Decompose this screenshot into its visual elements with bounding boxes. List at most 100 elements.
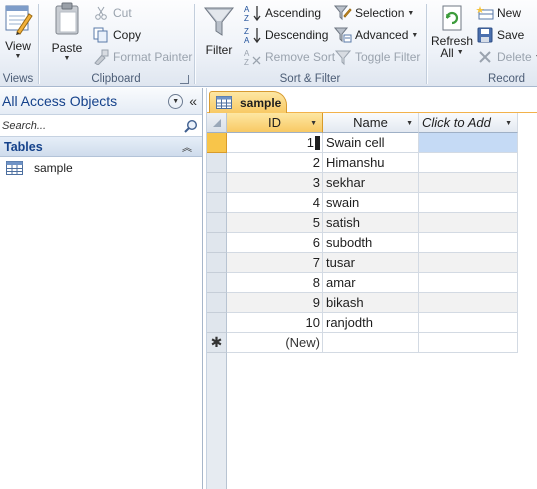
tab-sample[interactable]: sample <box>209 91 287 113</box>
cell-name[interactable]: sekhar <box>323 173 419 193</box>
table-row[interactable]: 1 Swain cell <box>207 133 537 153</box>
cell-name[interactable]: swain <box>323 193 419 213</box>
record-selector[interactable] <box>207 213 227 233</box>
record-selector[interactable] <box>207 153 227 173</box>
cell-add[interactable] <box>419 153 518 173</box>
advanced-dropdown-arrow-icon[interactable]: ▼ <box>411 32 418 39</box>
cell-add[interactable] <box>419 313 518 333</box>
selection-dropdown-arrow-icon[interactable]: ▼ <box>407 10 414 17</box>
record-selector[interactable] <box>207 173 227 193</box>
nav-search-input[interactable] <box>0 115 182 136</box>
column-id-dropdown-arrow-icon[interactable]: ▼ <box>310 120 317 127</box>
record-selector[interactable] <box>207 313 227 333</box>
cell-add[interactable] <box>419 193 518 213</box>
nav-pane-menu-chevron-icon[interactable]: ▼ <box>168 93 184 109</box>
nav-item-sample-table[interactable]: sample <box>0 157 202 179</box>
table-row[interactable]: 6 subodth <box>207 233 537 253</box>
cut-button[interactable]: Cut <box>92 3 132 23</box>
cell-id[interactable]: 9 <box>227 293 323 313</box>
ascending-label: Ascending <box>265 6 322 20</box>
cell-name[interactable]: tusar <box>323 253 419 273</box>
column-header-click-to-add[interactable]: Click to Add ▼ <box>419 113 518 133</box>
save-button[interactable]: Save <box>476 25 524 45</box>
cell-id-value: 1 <box>306 135 314 150</box>
filter-button[interactable]: Filter <box>200 2 238 57</box>
cell-name[interactable]: satish <box>323 213 419 233</box>
toggle-filter-button[interactable]: Toggle Filter <box>334 47 420 67</box>
cell-name[interactable]: subodth <box>323 233 419 253</box>
remove-sort-button[interactable]: AZ Remove Sort <box>244 47 335 67</box>
record-selector[interactable] <box>207 193 227 213</box>
new-record-name-cell[interactable] <box>323 333 419 353</box>
new-record-selector[interactable]: ✱ <box>207 333 227 353</box>
table-row[interactable]: 4 swain <box>207 193 537 213</box>
cell-id[interactable]: 2 <box>227 153 323 173</box>
copy-button[interactable]: Copy <box>92 25 141 45</box>
record-selector[interactable] <box>207 293 227 313</box>
tables-section-header[interactable]: Tables ︽ <box>0 137 202 157</box>
cell-id[interactable]: 8 <box>227 273 323 293</box>
cell-add[interactable] <box>419 133 518 153</box>
view-button[interactable]: View ▼ <box>2 2 34 60</box>
cell-add[interactable] <box>419 273 518 293</box>
new-record-row[interactable]: ✱ (New) <box>207 333 537 353</box>
section-collapse-chevron-icon[interactable]: ︽ <box>182 139 192 154</box>
cell-name[interactable]: bikash <box>323 293 419 313</box>
cell-id[interactable]: 6 <box>227 233 323 253</box>
cell-add[interactable] <box>419 213 518 233</box>
cell-id[interactable]: 1 <box>227 133 323 153</box>
paste-button[interactable]: Paste ▼ <box>48 2 86 62</box>
record-selector[interactable] <box>207 273 227 293</box>
cell-name[interactable]: Swain cell <box>323 133 419 153</box>
search-icon[interactable] <box>182 116 200 136</box>
delete-record-button[interactable]: Delete ▼ <box>476 47 537 67</box>
cell-add[interactable] <box>419 173 518 193</box>
cell-name[interactable]: ranjodth <box>323 313 419 333</box>
selection-button[interactable]: Selection ▼ <box>334 3 414 23</box>
nav-pane-collapse-icon[interactable]: « <box>189 94 197 108</box>
record-selector[interactable] <box>207 133 227 153</box>
descending-button[interactable]: ZA Descending <box>244 25 328 45</box>
new-record-add-cell[interactable] <box>419 333 518 353</box>
text-cursor <box>315 135 320 150</box>
view-dropdown-arrow-icon[interactable]: ▼ <box>2 53 34 60</box>
ascending-button[interactable]: AZ Ascending <box>244 3 321 23</box>
format-painter-button[interactable]: Format Painter <box>92 47 192 67</box>
cell-id[interactable]: 10 <box>227 313 323 333</box>
new-record-id-cell[interactable]: (New) <box>227 333 323 353</box>
record-selector[interactable] <box>207 233 227 253</box>
table-row[interactable]: 5 satish <box>207 213 537 233</box>
cell-name[interactable]: Himanshu <box>323 153 419 173</box>
column-add-dropdown-arrow-icon[interactable]: ▼ <box>505 120 512 127</box>
record-selector[interactable] <box>207 253 227 273</box>
table-row[interactable]: 3 sekhar <box>207 173 537 193</box>
table-row[interactable]: 10 ranjodth <box>207 313 537 333</box>
cell-id[interactable]: 7 <box>227 253 323 273</box>
save-label: Save <box>497 28 525 42</box>
table-row[interactable]: 9 bikash <box>207 293 537 313</box>
clipboard-dialog-launcher-icon[interactable] <box>180 75 189 84</box>
table-row[interactable]: 2 Himanshu <box>207 153 537 173</box>
cell-add[interactable] <box>419 253 518 273</box>
refresh-all-button[interactable]: Refresh All ▼ <box>430 2 474 59</box>
column-name-dropdown-arrow-icon[interactable]: ▼ <box>406 120 413 127</box>
nav-pane-header[interactable]: All Access Objects ▼ « <box>0 88 202 115</box>
new-record-button[interactable]: New <box>476 3 521 23</box>
cell-add[interactable] <box>419 233 518 253</box>
cell-id[interactable]: 4 <box>227 193 323 213</box>
column-header-id[interactable]: ID ▼ <box>227 113 323 133</box>
select-all-cell[interactable] <box>207 113 227 133</box>
table-row[interactable]: 7 tusar <box>207 253 537 273</box>
scissors-icon <box>92 4 110 22</box>
cell-add[interactable] <box>419 293 518 313</box>
column-header-name[interactable]: Name ▼ <box>323 113 419 133</box>
advanced-filter-icon <box>334 26 352 44</box>
cell-id[interactable]: 3 <box>227 173 323 193</box>
cell-name[interactable]: amar <box>323 273 419 293</box>
paste-dropdown-arrow-icon[interactable]: ▼ <box>48 55 86 62</box>
clipboard-group-label: Clipboard <box>91 73 141 85</box>
refresh-dropdown-arrow-icon[interactable]: ▼ <box>457 47 464 59</box>
advanced-button[interactable]: Advanced ▼ <box>334 25 418 45</box>
cell-id[interactable]: 5 <box>227 213 323 233</box>
table-row[interactable]: 8 amar <box>207 273 537 293</box>
